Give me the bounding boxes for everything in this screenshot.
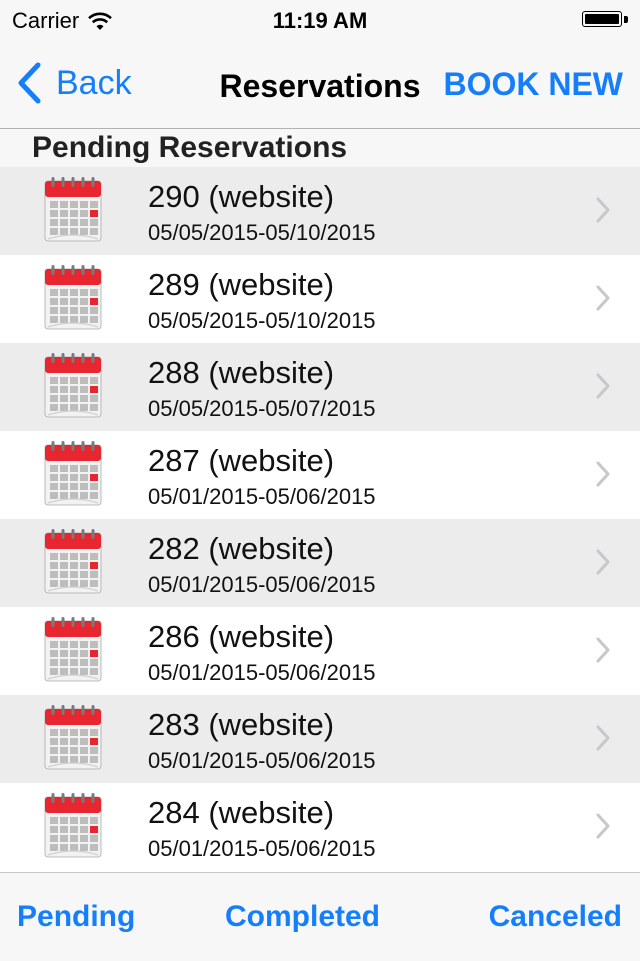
- calendar-icon: [44, 441, 102, 506]
- clock: 11:19 AM: [272, 8, 368, 33]
- page-title-text: Reservations: [219, 68, 421, 104]
- reservation-list: 290 (website) 05/05/2015-05/10/2015 289 …: [0, 167, 640, 871]
- chevron-right-icon: [596, 725, 610, 751]
- reservation-dates: 05/01/2015-05/06/2015: [148, 484, 376, 509]
- reservation-title: 290 (website): [148, 179, 335, 214]
- status-bar: Carrier 11:19 AM: [0, 0, 640, 40]
- chevron-right-icon: [596, 461, 610, 487]
- tab-canceled[interactable]: Canceled: [489, 900, 622, 934]
- reservation-row[interactable]: 288 (website) 05/05/2015-05/07/2015: [0, 343, 640, 431]
- navigation-bar: Back Reservations BOOK NEW: [0, 40, 640, 129]
- chevron-right-icon: [596, 549, 610, 575]
- reservation-title: 287 (website): [148, 443, 335, 478]
- back-label: Back: [56, 63, 132, 102]
- reservation-row[interactable]: 284 (website) 05/01/2015-05/06/2015: [0, 783, 640, 871]
- reservation-row[interactable]: 287 (website) 05/01/2015-05/06/2015: [0, 431, 640, 519]
- reservation-title: 283 (website): [148, 707, 335, 742]
- reservation-row[interactable]: 283 (website) 05/01/2015-05/06/2015: [0, 695, 640, 783]
- chevron-right-icon: [596, 637, 610, 663]
- calendar-icon: [44, 353, 102, 418]
- chevron-left-icon: [18, 62, 41, 104]
- reservation-dates: 05/05/2015-05/10/2015: [148, 220, 376, 245]
- reservation-row[interactable]: 286 (website) 05/01/2015-05/06/2015: [0, 607, 640, 695]
- chevron-right-icon: [596, 285, 610, 311]
- book-new-button[interactable]: BOOK NEW: [443, 66, 623, 103]
- calendar-icon: [44, 177, 102, 242]
- reservation-title: 282 (website): [148, 531, 335, 566]
- calendar-icon: [44, 617, 102, 682]
- calendar-icon: [44, 793, 102, 858]
- reservation-row[interactable]: 282 (website) 05/01/2015-05/06/2015: [0, 519, 640, 607]
- reservation-title: 284 (website): [148, 795, 335, 830]
- calendar-icon: [44, 705, 102, 770]
- reservation-row[interactable]: 289 (website) 05/05/2015-05/10/2015: [0, 255, 640, 343]
- chevron-right-icon: [596, 373, 610, 399]
- reservation-dates: 05/01/2015-05/06/2015: [148, 748, 376, 773]
- calendar-icon: [44, 529, 102, 594]
- reservation-title: 288 (website): [148, 355, 335, 390]
- chevron-right-icon: [596, 813, 610, 839]
- reservation-dates: 05/05/2015-05/10/2015: [148, 308, 376, 333]
- reservation-title: 289 (website): [148, 267, 335, 302]
- tab-bar: Pending Completed Canceled: [0, 872, 640, 961]
- reservation-title: 286 (website): [148, 619, 335, 654]
- section-header: Pending Reservations: [0, 129, 640, 167]
- reservation-dates: 05/01/2015-05/06/2015: [148, 572, 376, 597]
- battery-icon: [582, 11, 628, 29]
- chevron-right-icon: [596, 197, 610, 223]
- tab-pending[interactable]: Pending: [17, 900, 135, 934]
- back-button[interactable]: Back: [16, 62, 132, 104]
- reservation-row[interactable]: 290 (website) 05/05/2015-05/10/2015: [0, 167, 640, 255]
- calendar-icon: [44, 265, 102, 330]
- tab-completed[interactable]: Completed: [225, 900, 380, 934]
- reservation-dates: 05/01/2015-05/06/2015: [148, 836, 376, 861]
- reservation-dates: 05/01/2015-05/06/2015: [148, 660, 376, 685]
- section-title: Pending Reservations: [32, 131, 348, 164]
- reservation-dates: 05/05/2015-05/07/2015: [148, 396, 376, 421]
